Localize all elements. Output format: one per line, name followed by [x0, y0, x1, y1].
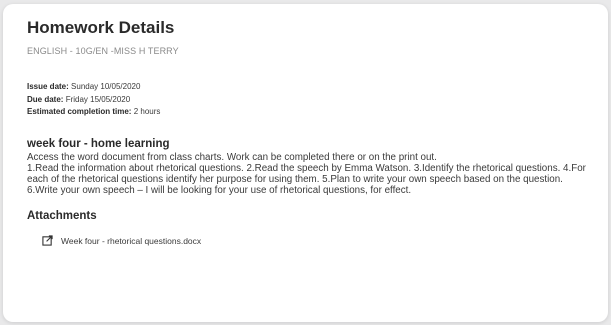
- due-date-row: Due date: Friday 15/05/2020: [27, 94, 597, 107]
- issue-date-label: Issue date:: [27, 82, 69, 91]
- task-title: week four - home learning: [27, 137, 170, 150]
- homework-meta: Issue date: Sunday 10/05/2020 Due date: …: [27, 81, 597, 119]
- attachments-title: Attachments: [27, 210, 97, 223]
- attachment-label[interactable]: Week four - rhetorical questions.docx: [61, 236, 201, 246]
- completion-time-value: 2 hours: [133, 107, 161, 116]
- issue-date-row: Issue date: Sunday 10/05/2020: [27, 81, 597, 94]
- completion-time-row: Estimated completion time: 2 hours: [27, 106, 597, 119]
- task-description: Access the word document from class char…: [27, 152, 597, 197]
- class-subtitle: ENGLISH - 10G/EN -MISS H TERRY: [27, 46, 179, 56]
- attachment-link[interactable]: Week four - rhetorical questions.docx: [42, 235, 597, 246]
- due-date-label: Due date:: [27, 94, 64, 104]
- due-date-value: Friday 15/05/2020: [65, 94, 131, 104]
- homework-details-card: Homework Details ENGLISH - 10G/EN -MISS …: [3, 4, 608, 322]
- issue-date-value: Sunday 10/05/2020: [71, 82, 141, 91]
- external-link-icon: [42, 235, 53, 246]
- task-paragraph: Access the word document from class char…: [27, 151, 437, 163]
- completion-time-label: Estimated completion time:: [27, 107, 132, 116]
- task-paragraph: 1.Read the information about rhetorical …: [27, 162, 586, 197]
- page-title: Homework Details: [27, 18, 175, 37]
